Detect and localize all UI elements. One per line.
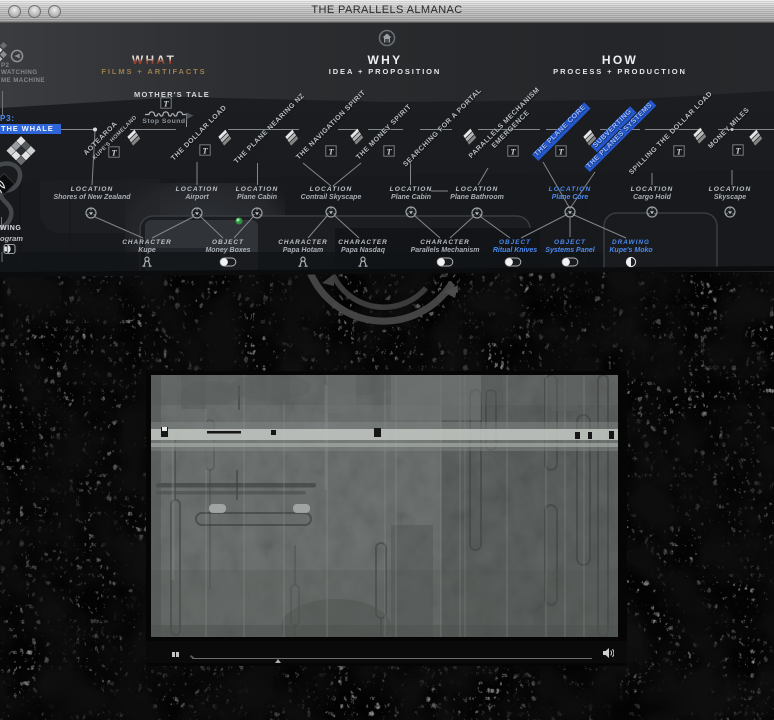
- svg-text:T: T: [558, 146, 564, 156]
- svg-text:T: T: [735, 145, 741, 155]
- svg-text:T: T: [202, 145, 208, 155]
- svg-text:T: T: [676, 146, 682, 156]
- svg-text:T: T: [328, 146, 334, 156]
- svg-text:T: T: [510, 146, 516, 156]
- svg-text:T: T: [111, 147, 117, 157]
- svg-text:T: T: [386, 146, 392, 156]
- svg-text:T: T: [163, 98, 169, 108]
